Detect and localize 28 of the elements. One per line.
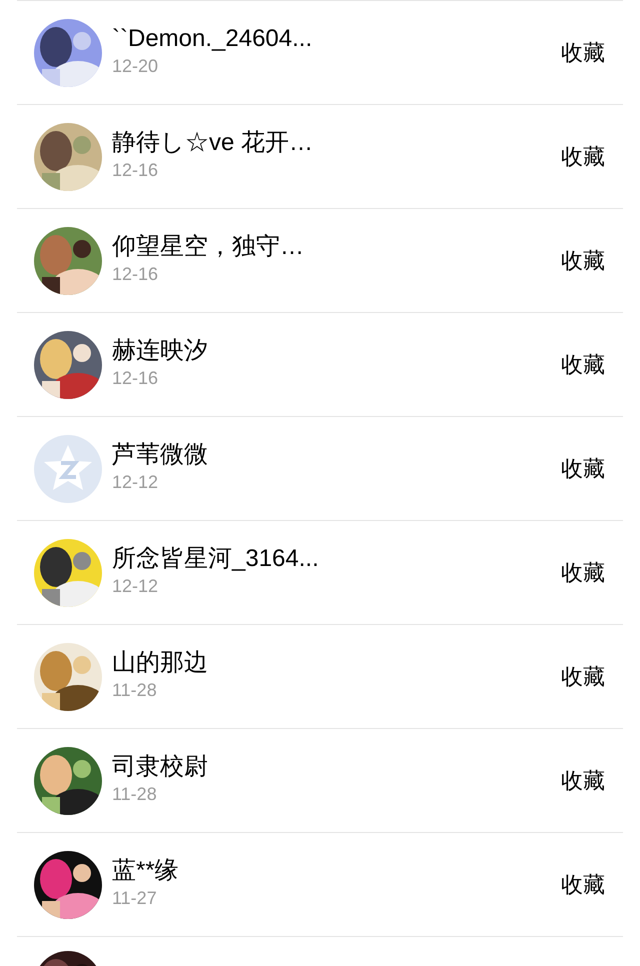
user-name: 山的那边 [112, 648, 209, 678]
user-name: ``Demon._24604... [112, 24, 314, 54]
favorite-button[interactable]: 收藏 [561, 556, 605, 589]
user-name: 所念皆星河_3164... [112, 544, 320, 574]
favorite-button[interactable]: 收藏 [561, 244, 605, 277]
date-text: 11-27 [112, 886, 158, 908]
favorite-button[interactable]: 收藏 [561, 36, 605, 69]
date-text: 11-28 [112, 782, 158, 804]
favorite-button[interactable]: 收藏 [561, 660, 605, 693]
favorite-button[interactable]: 收藏 [561, 764, 605, 797]
user-name: 赫连映汐 [112, 336, 209, 366]
user-name: 蓝**缘 [112, 856, 180, 886]
date-text: 12-16 [112, 262, 160, 284]
user-name: 司隶校尉 [112, 752, 209, 782]
user-name: 芦苇微微 [112, 440, 209, 470]
favorite-button[interactable]: 收藏 [561, 868, 605, 901]
user-name: 仰望星空，独守… [112, 232, 305, 262]
favorite-button[interactable]: 收藏 [561, 348, 605, 381]
date-text: 12-16 [112, 158, 160, 180]
user-name: 静待し☆ve 花开… [112, 128, 314, 158]
favorite-button[interactable]: 收藏 [561, 140, 605, 173]
date-text: 12-20 [112, 54, 160, 76]
favorite-button[interactable]: 收藏 [561, 452, 605, 485]
default-avatar-icon [34, 434, 102, 502]
date-text: 12-16 [112, 366, 160, 388]
date-text: 11-28 [112, 678, 158, 700]
date-text: 12-12 [112, 574, 160, 596]
date-text: 12-12 [112, 470, 160, 492]
